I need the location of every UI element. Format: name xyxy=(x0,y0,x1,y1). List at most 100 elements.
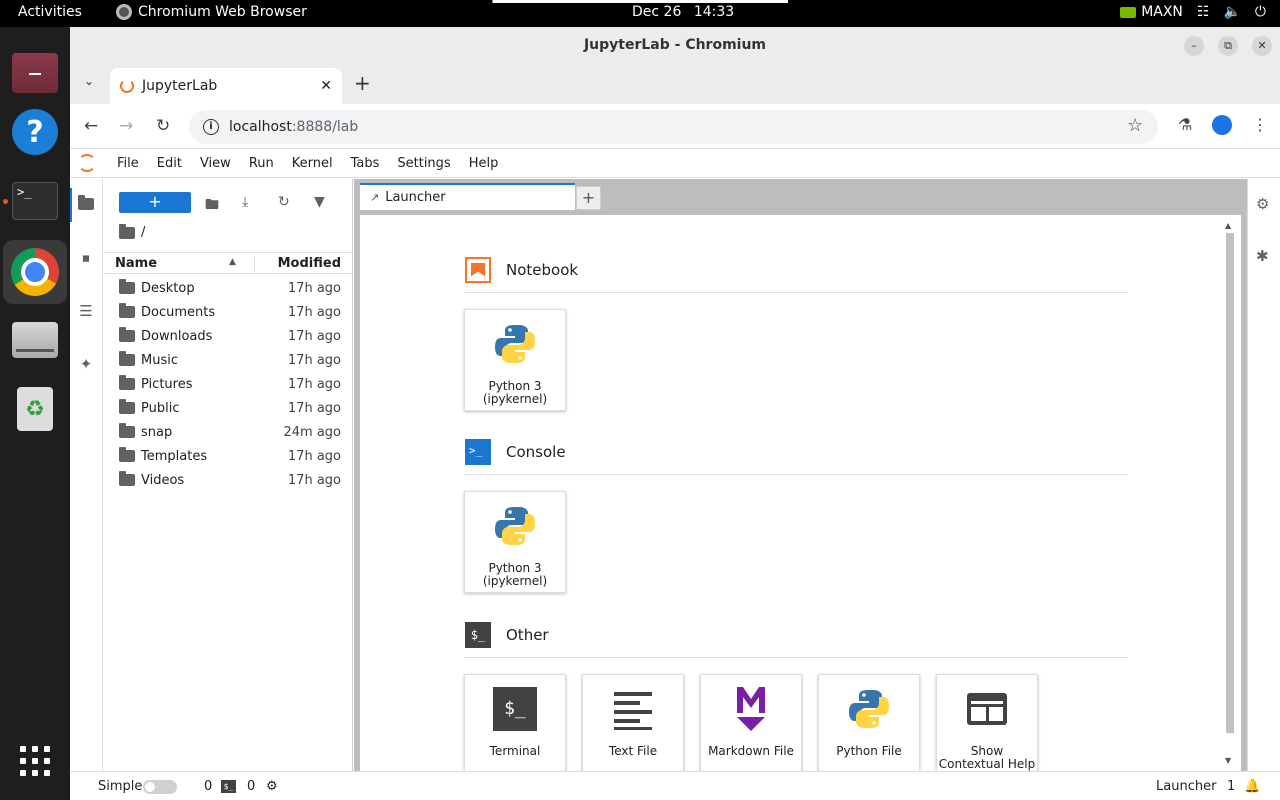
notebook-icon xyxy=(465,256,491,283)
close-tab-icon[interactable]: ✕ xyxy=(320,78,332,94)
minimize-button[interactable]: – xyxy=(1184,36,1204,56)
kernel-gear-icon[interactable]: ⚙ xyxy=(266,779,278,794)
simple-mode-toggle[interactable] xyxy=(143,780,177,794)
scrollbar-thumb[interactable] xyxy=(1226,233,1234,733)
dock-chromium[interactable] xyxy=(3,240,67,304)
jupyterlab-app: File Edit View Run Kernel Tabs Settings … xyxy=(70,149,1280,800)
file-row[interactable]: Music 17h ago xyxy=(103,348,353,372)
show-apps-button[interactable] xyxy=(3,729,67,793)
file-name: Downloads xyxy=(141,328,213,344)
menu-edit[interactable]: Edit xyxy=(148,156,191,171)
column-modified[interactable]: Modified xyxy=(278,256,341,271)
debugger-icon[interactable]: ✱ xyxy=(1256,247,1269,265)
breadcrumb-root[interactable]: / xyxy=(141,225,145,240)
dock-files[interactable] xyxy=(3,41,67,105)
bookmark-star-icon[interactable]: ☆ xyxy=(1127,115,1143,136)
file-row[interactable]: Downloads 17h ago xyxy=(103,324,353,348)
maximize-button[interactable]: ⧉ xyxy=(1218,36,1238,56)
launcher-card-console-python-3-ipykernel[interactable]: Python 3 (ipykernel) xyxy=(464,491,566,593)
files-icon xyxy=(12,53,58,93)
menu-settings[interactable]: Settings xyxy=(388,156,459,171)
system-tray[interactable]: MAXN ☷ 🔈 ⏻ xyxy=(1120,4,1266,20)
launcher-card-other-python-file[interactable]: Python File xyxy=(818,674,920,771)
new-tab-button[interactable]: + xyxy=(354,71,371,95)
terminal-icon: >_ xyxy=(12,182,58,220)
column-name[interactable]: Name xyxy=(115,256,157,271)
file-modified: 17h ago xyxy=(287,376,341,392)
sort-ascending-icon[interactable]: ▲ xyxy=(229,257,236,267)
terminal-icon: $_ xyxy=(489,683,541,735)
new-launcher-button[interactable]: + xyxy=(119,192,191,213)
menu-tabs[interactable]: Tabs xyxy=(342,156,389,171)
app-menu[interactable]: Chromium Web Browser xyxy=(116,4,307,20)
file-modified: 17h ago xyxy=(287,280,341,296)
site-info-icon[interactable]: i xyxy=(203,119,219,135)
launcher-card-other-markdown-file[interactable]: Markdown File xyxy=(700,674,802,771)
file-row[interactable]: Videos 17h ago xyxy=(103,468,353,492)
address-bar[interactable]: i localhost:8888/lab xyxy=(189,110,1158,144)
notification-count[interactable]: 1 xyxy=(1227,779,1235,794)
notification-bell-icon[interactable]: 🔔 xyxy=(1244,779,1260,794)
tab-search-button[interactable]: ⌄ xyxy=(84,74,94,88)
dock-trash[interactable]: ♻ xyxy=(3,377,67,441)
browser-tab[interactable]: JupyterLab ✕ xyxy=(110,68,342,104)
dock-tab-bar: ↗ Launcher + xyxy=(360,183,601,210)
url-host: localhost xyxy=(229,119,292,135)
menu-file[interactable]: File xyxy=(108,156,148,171)
file-row[interactable]: snap 24m ago xyxy=(103,420,353,444)
forward-button[interactable]: → xyxy=(119,116,133,136)
new-folder-icon[interactable]: 🖿 xyxy=(205,194,219,218)
power-mode-indicator[interactable]: MAXN xyxy=(1120,4,1183,20)
tab-launcher[interactable]: ↗ Launcher xyxy=(360,183,575,210)
help-icon: ? xyxy=(12,109,58,155)
profile-avatar[interactable] xyxy=(1212,115,1232,135)
activities-button[interactable]: Activities xyxy=(18,4,82,20)
running-sessions-icon[interactable]: ⏹ xyxy=(77,249,95,267)
close-window-button[interactable]: ✕ xyxy=(1252,36,1272,56)
launcher-card-other-text-file[interactable]: Text File xyxy=(582,674,684,771)
menu-kernel[interactable]: Kernel xyxy=(283,156,342,171)
file-row[interactable]: Desktop 17h ago xyxy=(103,276,353,300)
back-button[interactable]: ← xyxy=(84,116,98,136)
file-row[interactable]: Documents 17h ago xyxy=(103,300,353,324)
dock-drive[interactable] xyxy=(3,308,67,372)
folder-icon xyxy=(119,447,135,462)
menu-run[interactable]: Run xyxy=(240,156,283,171)
filter-icon[interactable]: ▼ xyxy=(314,194,325,210)
upload-icon[interactable]: ⤓ xyxy=(242,194,248,210)
menu-help[interactable]: Help xyxy=(460,156,508,171)
breadcrumb[interactable]: / xyxy=(119,223,145,240)
window-titlebar[interactable]: JupyterLab - Chromium – ⧉ ✕ xyxy=(70,27,1280,64)
extensions-icon[interactable]: ✦ xyxy=(77,355,95,373)
file-row[interactable]: Templates 17h ago xyxy=(103,444,353,468)
file-row[interactable]: Pictures 17h ago xyxy=(103,372,353,396)
scroll-up-icon[interactable]: ▲ xyxy=(1225,221,1231,230)
menu-view[interactable]: View xyxy=(191,156,240,171)
browser-menu-icon[interactable]: ⋮ xyxy=(1252,115,1268,134)
refresh-icon[interactable]: ↻ xyxy=(278,194,290,210)
labs-flask-icon[interactable]: ⚗ xyxy=(1178,115,1192,134)
card-label-line1: Terminal xyxy=(489,744,541,758)
card-label: Show Contextual Help xyxy=(939,745,1035,771)
card-label: Python 3 (ipykernel) xyxy=(483,562,547,588)
launcher-card-notebook-python-3-ipykernel[interactable]: Python 3 (ipykernel) xyxy=(464,309,566,411)
file-browser: + 🖿 ⤓ ↻ ▼ / Name ▲ Modified Desktop 17h a… xyxy=(103,179,353,771)
folder-icon xyxy=(119,327,135,342)
scroll-down-icon[interactable]: ▼ xyxy=(1225,756,1231,765)
reload-button[interactable]: ↻ xyxy=(156,116,170,136)
property-inspector-icon[interactable]: ⚙ xyxy=(1256,195,1269,213)
jupyter-logo-icon xyxy=(78,154,96,172)
dock-help[interactable]: ? xyxy=(3,100,67,164)
table-of-contents-icon[interactable]: ☰ xyxy=(77,302,95,320)
column-divider[interactable] xyxy=(254,256,255,272)
terminal-count[interactable]: 0 xyxy=(247,779,255,794)
dock-terminal[interactable]: >_ xyxy=(3,169,67,233)
launcher-scrollbar[interactable]: ▲ ▼ xyxy=(1225,221,1235,765)
add-tab-button[interactable]: + xyxy=(576,186,601,210)
launcher-card-other-terminal[interactable]: $_ Terminal xyxy=(464,674,566,771)
kernel-count[interactable]: 0 xyxy=(204,779,212,794)
launcher-card-other-show-contextual-help[interactable]: Show Contextual Help xyxy=(936,674,1038,771)
file-row[interactable]: Public 17h ago xyxy=(103,396,353,420)
file-browser-tab-icon[interactable] xyxy=(70,188,95,222)
clock[interactable]: Dec 26 14:33 xyxy=(632,4,742,20)
